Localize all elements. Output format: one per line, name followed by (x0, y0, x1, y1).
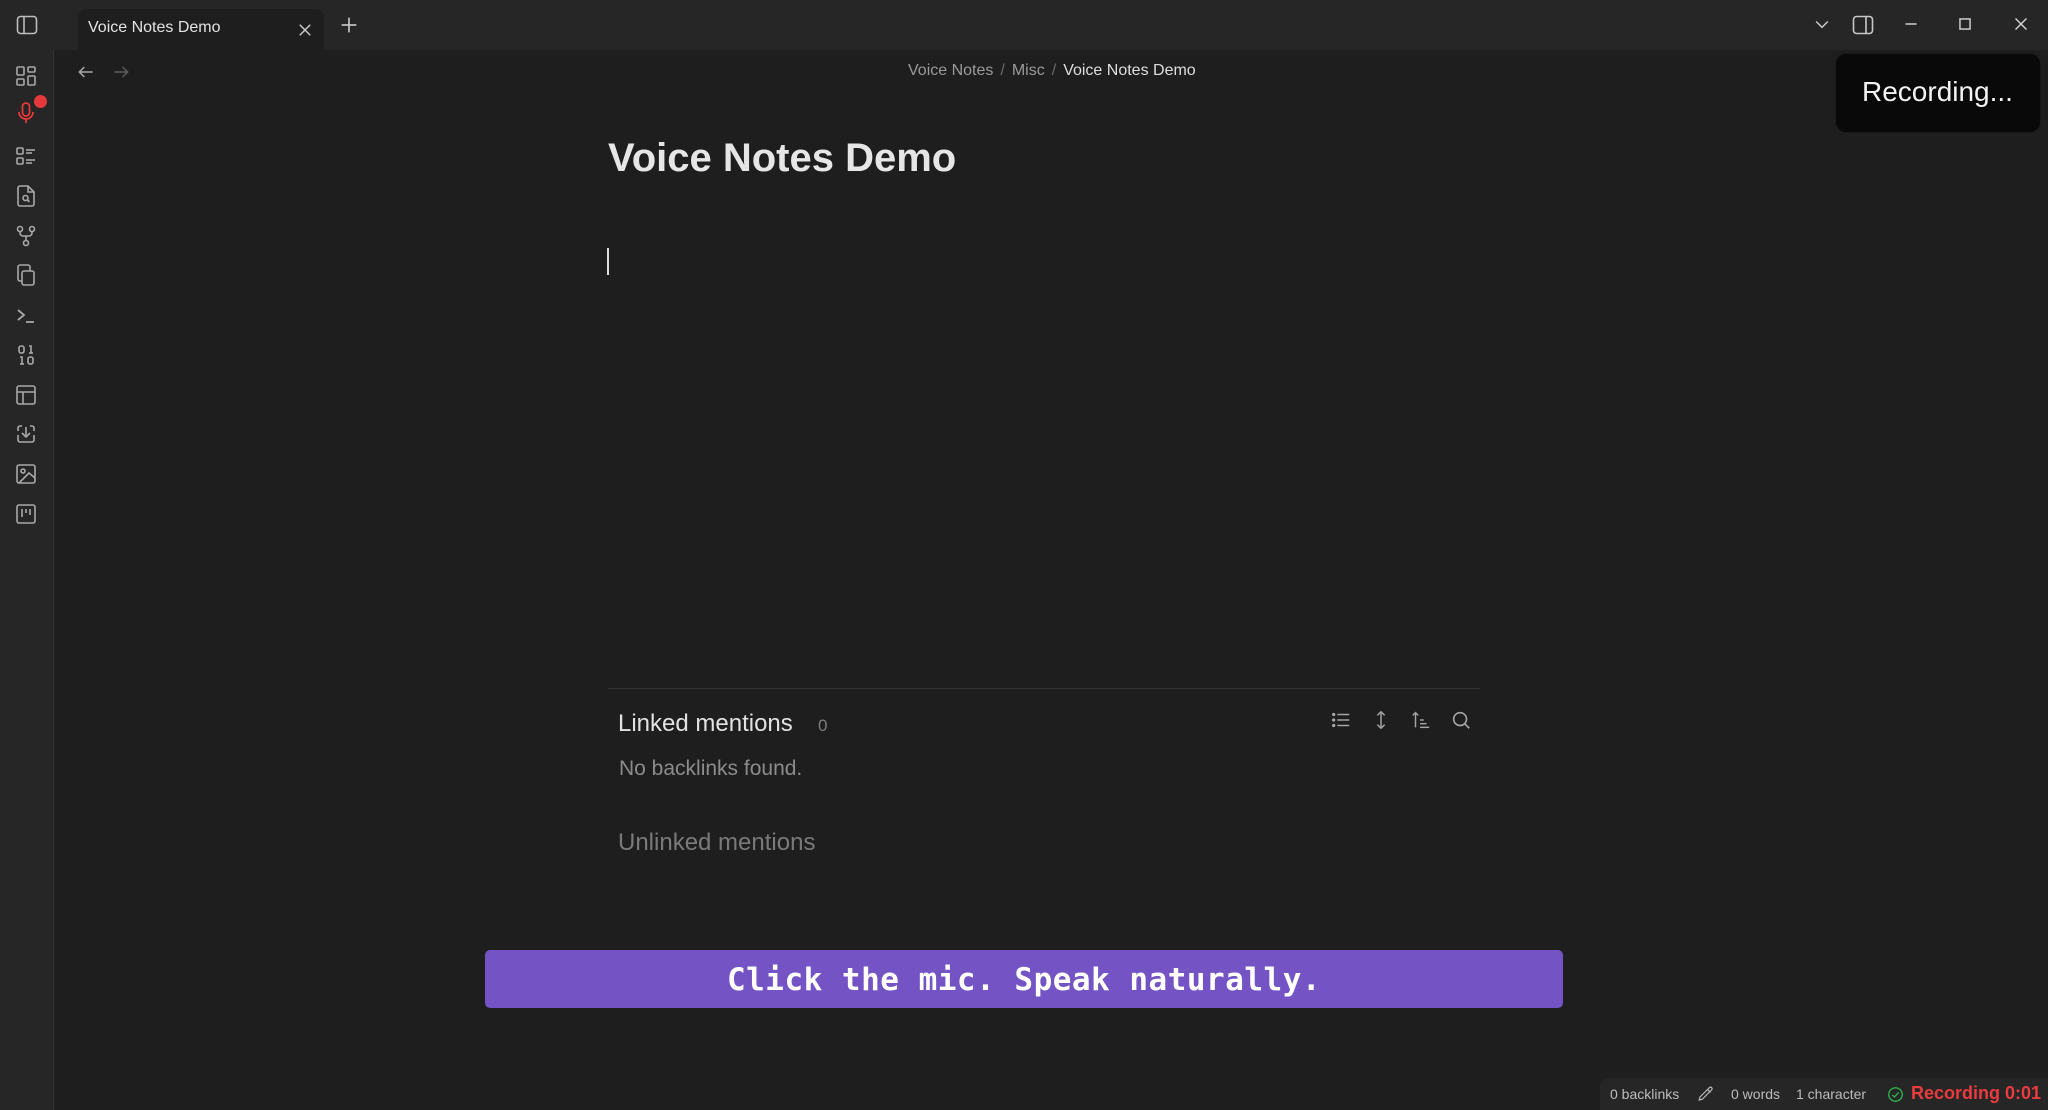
breadcrumb-item[interactable]: Misc (1012, 62, 1045, 79)
expand-vertical-icon[interactable] (1370, 709, 1392, 731)
maximize-icon[interactable] (1954, 13, 1976, 35)
status-recording-timer[interactable]: Recording 0:01 (1911, 1083, 2041, 1104)
file-search-icon[interactable] (14, 184, 38, 208)
list-icon[interactable] (14, 144, 38, 168)
kanban-icon[interactable] (14, 502, 38, 526)
title-bar: Voice Notes Demo (0, 0, 2048, 50)
pencil-icon[interactable] (1697, 1085, 1715, 1103)
image-icon[interactable] (14, 462, 38, 486)
list-icon[interactable] (1330, 709, 1352, 731)
ribbon (0, 50, 54, 1110)
search-icon[interactable] (1450, 709, 1472, 731)
sidebar-right-icon[interactable] (1851, 13, 1875, 37)
close-icon[interactable] (296, 21, 314, 39)
status-bar: 0 backlinks 0 words 1 character Recordin… (1600, 1078, 2048, 1110)
caption-text: Click the mic. Speak naturally. (726, 962, 1322, 998)
git-fork-icon[interactable] (14, 224, 38, 248)
recording-toast-text: Recording... (1862, 76, 2013, 107)
breadcrumb-item[interactable]: Voice Notes (908, 62, 993, 79)
breadcrumb-current[interactable]: Voice Notes Demo (1063, 62, 1196, 79)
backlinks-divider (608, 688, 1480, 689)
recording-toast: Recording... (1836, 54, 2040, 132)
status-backlinks[interactable]: 0 backlinks (1610, 1086, 1679, 1102)
terminal-icon[interactable] (14, 303, 38, 327)
caption-banner: Click the mic. Speak naturally. (485, 950, 1563, 1008)
breadcrumb-separator: / (1000, 62, 1005, 79)
check-circle-icon (1887, 1086, 1904, 1103)
status-character-count: 1 character (1796, 1086, 1867, 1102)
table-icon[interactable] (14, 383, 38, 407)
breadcrumb: Voice Notes / Misc / Voice Notes Demo (908, 62, 1196, 80)
note-title[interactable]: Voice Notes Demo (608, 136, 956, 181)
arrow-right-icon[interactable] (111, 62, 131, 82)
arrow-left-icon[interactable] (76, 62, 96, 82)
unlinked-mentions-heading[interactable]: Unlinked mentions (618, 829, 815, 857)
binary-icon[interactable] (14, 343, 38, 367)
tab-voice-notes-demo[interactable]: Voice Notes Demo (78, 9, 324, 50)
linked-mentions-count: 0 (818, 716, 828, 735)
linked-mentions-heading[interactable]: Linked mentions (618, 710, 793, 738)
breadcrumb-separator: / (1051, 62, 1057, 79)
sort-icon[interactable] (1410, 709, 1432, 731)
copy-icon[interactable] (14, 263, 38, 287)
tab-title: Voice Notes Demo (88, 19, 221, 36)
sidebar-left-icon[interactable] (14, 13, 40, 37)
chevron-down-icon[interactable] (1812, 14, 1832, 34)
recording-indicator-dot (34, 95, 47, 108)
no-backlinks-text: No backlinks found. (619, 757, 803, 780)
layout-dashboard-icon[interactable] (14, 64, 38, 88)
status-word-count: 0 words (1731, 1086, 1781, 1102)
plus-icon[interactable] (338, 14, 360, 36)
close-icon[interactable] (2010, 13, 2032, 35)
text-cursor (607, 248, 609, 275)
minimize-icon[interactable] (1900, 13, 1922, 35)
download-icon[interactable] (14, 422, 38, 446)
